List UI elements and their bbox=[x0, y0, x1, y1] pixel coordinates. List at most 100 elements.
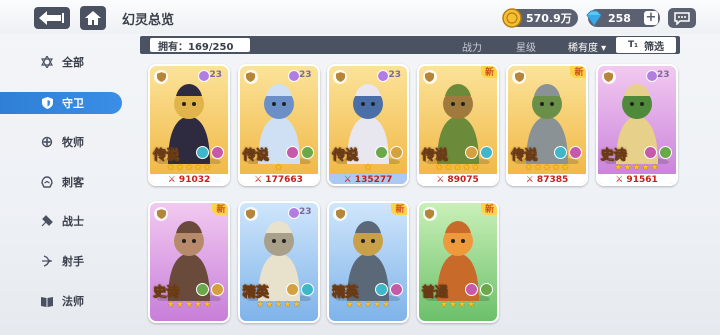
home-button[interactable] bbox=[80, 6, 106, 30]
star-icon: ★ bbox=[632, 163, 641, 173]
sort-rarity-dropdown[interactable]: 稀有度 ▾ bbox=[568, 39, 606, 54]
chat-bubble-icon bbox=[674, 11, 690, 25]
filter-label: 筛选 bbox=[644, 41, 665, 53]
star-icon: ★ bbox=[194, 300, 203, 310]
class-badge-icon bbox=[243, 207, 258, 221]
star-icon: ★ bbox=[458, 300, 467, 310]
element-icon bbox=[300, 146, 314, 159]
rarity-label: 普通 bbox=[421, 285, 448, 301]
filter-icon: T₁ bbox=[627, 40, 639, 50]
hero-level: 23 bbox=[656, 70, 670, 80]
star-rating: ★ ★ ★ ★ ★ bbox=[419, 163, 497, 174]
sidebar-item-priest[interactable]: 牧师 bbox=[0, 131, 122, 153]
star-icon: ★ bbox=[552, 163, 561, 173]
sort-star-button[interactable]: 星级 bbox=[516, 39, 536, 54]
hero-level: 23 bbox=[298, 207, 312, 217]
priest-icon bbox=[40, 135, 54, 149]
filter-bar: 拥有：169/250 + 战力 星级 稀有度 ▾ T₁ 筛选 bbox=[140, 36, 680, 54]
hero-card-minotaur[interactable]: 新史诗 ★ ★ ★ ★ ★ bbox=[148, 201, 230, 323]
star-icon: ★ bbox=[274, 300, 283, 310]
hero-card-slime[interactable]: 新普通 ★ ★ ★ ★ bbox=[416, 201, 499, 323]
element-icon bbox=[285, 146, 299, 159]
element-icon bbox=[285, 283, 299, 296]
star-icon: ★ bbox=[345, 300, 354, 310]
hero-card-treant[interactable]: 新传说 ★ ★ ★ ★ ★ ⚔ 89075 bbox=[416, 64, 499, 186]
star-icon: ★ bbox=[184, 163, 194, 173]
rarity-label: 传说 bbox=[153, 148, 180, 164]
sidebar-item-label: 全部 bbox=[62, 56, 84, 69]
star-icon: ★ bbox=[542, 163, 552, 173]
level-gem-icon bbox=[198, 70, 210, 82]
home-icon bbox=[85, 11, 101, 25]
level-gem-icon bbox=[645, 70, 658, 82]
star-icon: ★ bbox=[439, 300, 448, 310]
star-rating: ★ ★ ★ ★ ★ bbox=[508, 163, 586, 174]
rarity-label: 史诗 bbox=[153, 285, 180, 301]
rarity-label: 精英 bbox=[242, 285, 269, 301]
gem-counter: 258 + bbox=[586, 9, 660, 27]
hero-card-dryad[interactable]: 23 史诗 ★ ★ ★ ★ ★ ⚔ 91561 bbox=[595, 64, 678, 186]
level-gem-icon bbox=[287, 70, 300, 82]
element-icon bbox=[479, 283, 493, 296]
sidebar-item-guard[interactable]: 守卫 bbox=[0, 92, 122, 114]
owned-expand-button[interactable]: + bbox=[240, 37, 252, 53]
sidebar-item-label: 守卫 bbox=[62, 97, 84, 110]
hero-card-mummy[interactable]: 23 精英 ★ ★ ★ ★ ★ bbox=[237, 201, 320, 323]
new-badge: 新 bbox=[480, 66, 497, 78]
hero-card-anubis[interactable]: 23 传说 ★ ★ ★ ★ ★ ⚔ 91032 bbox=[148, 64, 230, 186]
star-icon: ★ bbox=[462, 163, 471, 173]
hero-card-dwarf[interactable]: 新精英 ★ ★ ★ ★ ★ bbox=[327, 201, 409, 323]
star-icon: ★ bbox=[203, 300, 212, 310]
sidebar-item-warrior[interactable]: 战士 bbox=[0, 210, 122, 232]
element-icon bbox=[390, 146, 403, 159]
star-icon: ★ bbox=[467, 300, 476, 310]
star-icon: ★ bbox=[354, 300, 363, 310]
gold-counter: 570.9万 bbox=[502, 8, 578, 28]
owned-count: 拥有：169/250 bbox=[150, 38, 250, 53]
element-icon bbox=[375, 146, 388, 159]
sort-power-button[interactable]: 战力 bbox=[462, 39, 482, 54]
archer-icon bbox=[40, 254, 54, 268]
gold-amount: 570.9万 bbox=[526, 12, 572, 25]
star-icon: ★ bbox=[650, 163, 659, 173]
star-rating: ★ ★ ★ ★ ★ bbox=[240, 300, 318, 311]
star-icon: ★ bbox=[623, 163, 632, 173]
star-icon: ★ bbox=[184, 300, 194, 310]
star-rating: ★ ★ ★ ★ ★ bbox=[150, 300, 228, 311]
star-icon: ★ bbox=[444, 163, 453, 173]
filter-button[interactable]: T₁ 筛选 bbox=[616, 37, 676, 53]
star-icon: ★ bbox=[256, 300, 265, 310]
add-gems-button[interactable]: + bbox=[644, 11, 658, 25]
star-icon: ★ bbox=[283, 300, 292, 310]
star-icon: ★ bbox=[561, 163, 570, 173]
star-icon: ★ bbox=[471, 163, 480, 173]
hero-card-stone-golem[interactable]: 新传说 ★ ★ ★ ★ ★ ⚔ 87385 bbox=[506, 64, 588, 186]
star-rating: ★ ★ ★ ★ ★ bbox=[598, 163, 676, 174]
sidebar-item-mage[interactable]: 法师 bbox=[0, 290, 122, 312]
sidebar-item-assassin[interactable]: 刺客 bbox=[0, 171, 122, 193]
diamond-icon bbox=[586, 10, 602, 26]
power-value: ⚔ 135277 bbox=[329, 174, 407, 184]
sidebar-item-archer[interactable]: 射手 bbox=[0, 250, 122, 272]
gem-amount: 258 bbox=[608, 11, 631, 25]
star-rating: ★ bbox=[240, 163, 318, 174]
star-rating: ★ bbox=[329, 163, 407, 174]
element-icon bbox=[643, 146, 657, 159]
star-icon: ★ bbox=[533, 163, 542, 173]
class-badge-icon bbox=[243, 70, 258, 84]
power-value: ⚔ 91561 bbox=[597, 174, 676, 184]
element-icon bbox=[196, 146, 209, 159]
chat-button[interactable] bbox=[668, 8, 696, 28]
hero-card-antelope-maiden[interactable]: 23 传说 ★ ⚔ 177663 bbox=[237, 64, 320, 186]
gold-coin-icon bbox=[502, 8, 522, 28]
star-icon: ★ bbox=[363, 300, 373, 310]
back-button[interactable] bbox=[34, 7, 70, 29]
star-icon: ★ bbox=[265, 300, 274, 310]
power-value: ⚔ 177663 bbox=[239, 174, 318, 184]
hero-level: 23 bbox=[209, 70, 222, 80]
rarity-label: 传说 bbox=[421, 148, 448, 164]
sidebar-item-all[interactable]: 全部 bbox=[0, 51, 122, 73]
element-icon bbox=[569, 146, 582, 159]
sidebar-item-label: 牧师 bbox=[62, 136, 84, 149]
hero-card-wolf-huntress[interactable]: 23 传说 ★ ⚔ 135277 bbox=[327, 64, 409, 186]
